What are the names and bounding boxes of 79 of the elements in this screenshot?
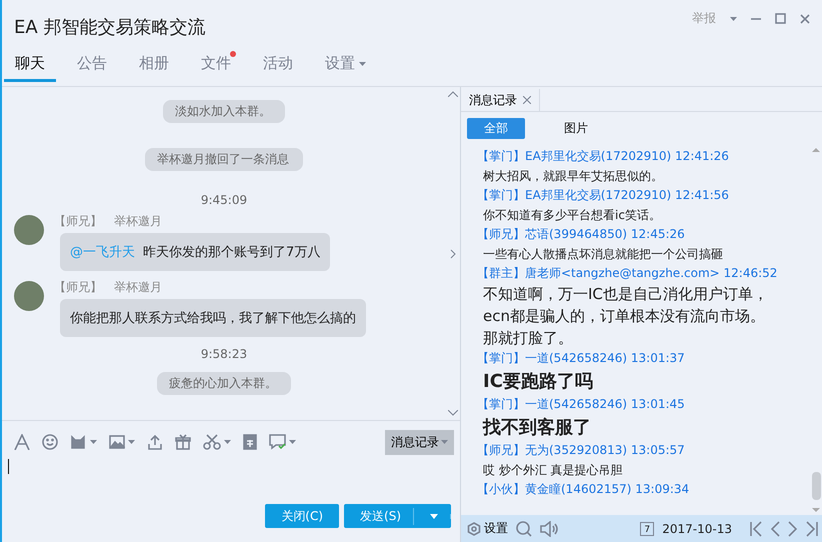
tab[interactable]: 相册 [128,50,180,82]
history-message: 一些有心人散播点坏消息就能把一个公司搞砸 [482,246,724,263]
tab[interactable]: 聊天 [4,50,56,82]
filter-tab[interactable]: 全部 [467,118,525,139]
timestamp: 9:58:23 [200,347,248,361]
history-message: 哎 炒个外汇 真是提心吊胆 [482,462,624,479]
settings-button[interactable]: 设置 [467,520,508,537]
settings-icon [467,522,481,536]
tab[interactable]: 活动 [252,50,304,82]
speaker-icon[interactable] [540,520,558,536]
gift-icon[interactable] [175,434,191,450]
system-notice: 疲惫的心加入本群。 [157,372,291,395]
dropdown-icon[interactable] [730,16,737,20]
font-icon[interactable] [14,434,30,450]
sender-name: 举杯邀月 [114,213,162,230]
scroll-down-icon[interactable] [448,410,458,416]
scroll-down-icon[interactable] [812,508,820,513]
chat-check-icon[interactable] [269,434,286,450]
message-header: 【群主】唐老师<tangzhe@tangzhe.com> 12:46:52 [477,265,778,282]
avatar [14,215,44,245]
date-label: 2017-10-13 [662,522,732,536]
search-icon[interactable] [516,520,532,536]
caret-icon[interactable] [359,62,366,66]
caret-icon[interactable] [430,514,438,518]
timestamp: 9:45:09 [200,193,248,207]
caret-icon[interactable] [128,440,135,444]
close-button[interactable]: 关闭(C) [265,504,340,528]
chevron-right-icon[interactable] [450,248,456,258]
scroll-up-icon[interactable] [448,91,458,97]
message-text: 你能把那人联系方式给我吗，我了解下他怎么搞的 [70,310,356,327]
message-header: 【师兄】芯语(399464850) 12:45:26 [477,226,686,243]
message-header: 【掌门】EA邦里化交易(17202910) 12:41:56 [477,187,730,204]
emoji-icon[interactable] [42,434,58,450]
close-icon[interactable] [523,96,531,104]
message-header: 【师兄】无为(352920813) 13:05:57 [477,442,686,459]
next-icon[interactable] [788,520,798,536]
caret-icon[interactable] [90,440,97,444]
window-title: EA 邦智能交易策略交流 [14,16,206,39]
scissors-icon[interactable] [203,434,221,450]
history-button[interactable]: 消息记录 [385,430,454,454]
history-message: 不知道啊，万一IC也是自己消化用户订单，ecn都是骗人的，订单根本没有流向市场。那就打脸了。 [482,284,769,349]
caret-icon[interactable] [224,440,231,444]
message-header: 【掌门】EA邦里化交易(17202910) 12:41:26 [477,148,730,165]
previous-icon[interactable] [770,520,780,536]
last-page-icon[interactable] [806,520,818,536]
image-icon[interactable] [109,435,125,449]
caret-icon[interactable] [441,440,448,444]
calendar-icon[interactable]: 7 [640,522,654,536]
message-header: 【掌门】一道(542658246) 13:01:37 [477,350,686,367]
history-message: 找不到客服了 [482,416,592,440]
sticker-icon[interactable] [70,434,87,450]
history-message: 树大招风，就跟早年艾拓思似的。 [482,168,664,185]
message-header: 【掌门】一道(542658246) 13:01:45 [477,396,686,413]
maximize-icon[interactable] [775,13,786,24]
sender-name: 举杯邀月 [114,279,162,296]
notification-dot [230,51,236,57]
message-header: 【小伙】黄金瞳(14602157) 13:09:34 [477,481,690,498]
member-role: 【师兄】 [54,213,102,230]
history-message: 你不知道有多少平台想看ic笑话。 [482,207,662,224]
upload-icon[interactable] [147,434,163,450]
avatar [14,281,44,311]
system-notice: 淡如水加入本群。 [163,100,285,123]
caret-icon[interactable] [289,440,296,444]
tab[interactable]: 文件 [190,50,242,82]
scroll-up-icon[interactable] [812,147,820,152]
first-page-icon[interactable] [750,520,762,536]
mention-link[interactable]: @一飞升天 [70,243,135,261]
close-icon[interactable] [800,14,810,24]
report-link[interactable]: 举报 [692,10,716,27]
system-notice: 举杯邀月撤回了一条消息 [145,148,303,171]
money-packet-icon[interactable] [243,434,257,450]
send-button[interactable]: 发送(S) [344,504,451,528]
history-message: IC要跑路了吗 [482,370,594,394]
scrollbar-thumb[interactable] [812,472,820,500]
tab[interactable]: 公告 [66,50,118,82]
filter-tab[interactable]: 图片 [547,118,605,139]
member-role: 【师兄】 [54,279,102,296]
tab[interactable]: 设置 [314,50,377,82]
message-text: 昨天你发的那个账号到了7万八 [143,244,320,261]
